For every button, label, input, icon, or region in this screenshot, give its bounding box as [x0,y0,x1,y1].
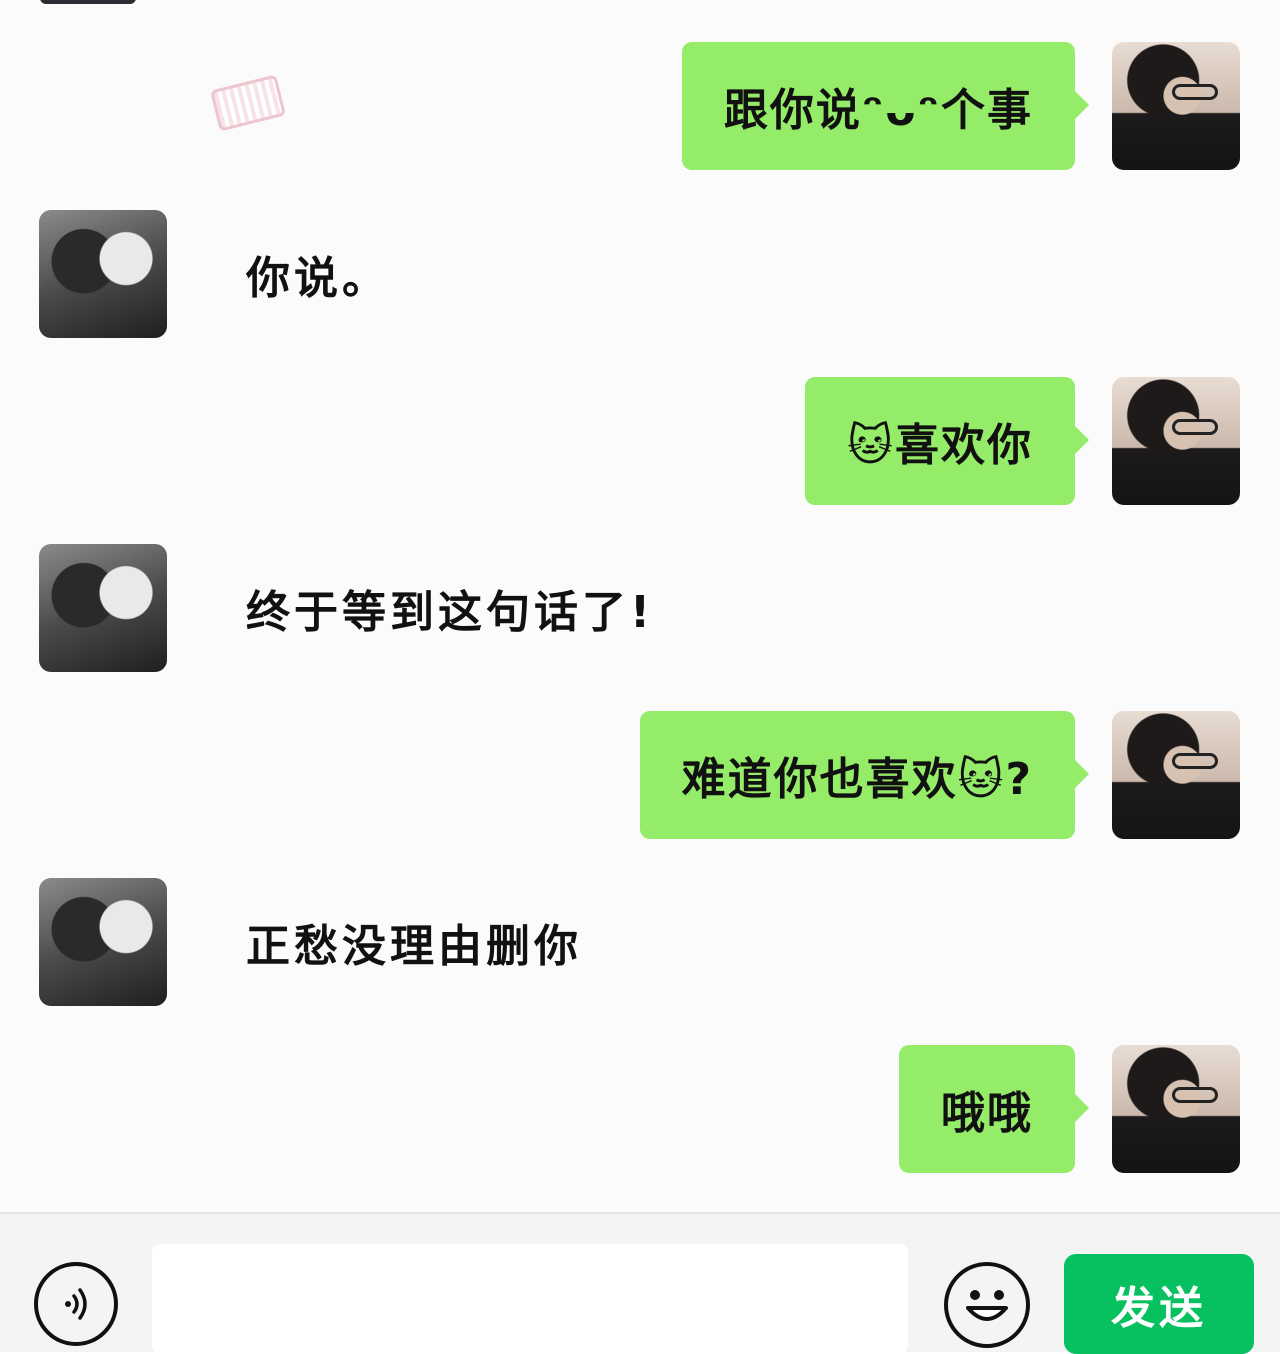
message-row: 难道你也喜欢🐱? [0,711,1280,839]
my-message-bubble[interactable]: 跟你说ᵔᴗᵔ个事 [681,42,1090,170]
voice-input-button[interactable] [34,1262,118,1346]
my-message-bubble[interactable]: 哦哦 [899,1045,1089,1173]
my-avatar[interactable] [1112,42,1240,170]
message-row: 🐱喜欢你 [0,377,1280,505]
my-avatar[interactable] [1112,377,1240,505]
voice-icon [65,1288,87,1320]
my-avatar[interactable] [1112,711,1240,839]
message-row: 跟你说ᵔᴗᵔ个事 [0,42,1280,170]
my-message-bubble[interactable]: 难道你也喜欢🐱? [639,711,1090,839]
chat-input-bar: 发送 [0,1212,1280,1354]
contact-message-text[interactable]: 你说。 [246,210,390,338]
message-input[interactable] [152,1244,908,1354]
message-row: 终于等到这句话了! [0,544,1280,672]
contact-avatar[interactable] [39,210,167,338]
message-row: 正愁没理由删你 [0,878,1280,1006]
emoji-button[interactable] [944,1262,1030,1348]
my-message-bubble[interactable]: 🐱喜欢你 [805,377,1089,505]
glasses-decor [1172,419,1218,435]
decorative-bar [40,0,136,4]
message-row: 哦哦 [0,1045,1280,1173]
glasses-decor [1172,753,1218,769]
glasses-decor [1172,1087,1218,1103]
glasses-decor [1172,84,1218,100]
send-button[interactable]: 发送 [1064,1254,1254,1354]
message-row: 你说。 [0,210,1280,338]
chat-message-area[interactable]: 跟你说ᵔᴗᵔ个事 你说。 🐱喜欢你 终于等到这句话了! 难道你也喜欢🐱? 正愁没… [0,0,1280,1212]
contact-message-text[interactable]: 终于等到这句话了! [246,544,654,672]
my-avatar[interactable] [1112,1045,1240,1173]
contact-avatar[interactable] [39,544,167,672]
contact-message-text[interactable]: 正愁没理由删你 [246,878,582,1006]
emoji-smile-icon [966,1290,1008,1321]
contact-avatar[interactable] [39,878,167,1006]
